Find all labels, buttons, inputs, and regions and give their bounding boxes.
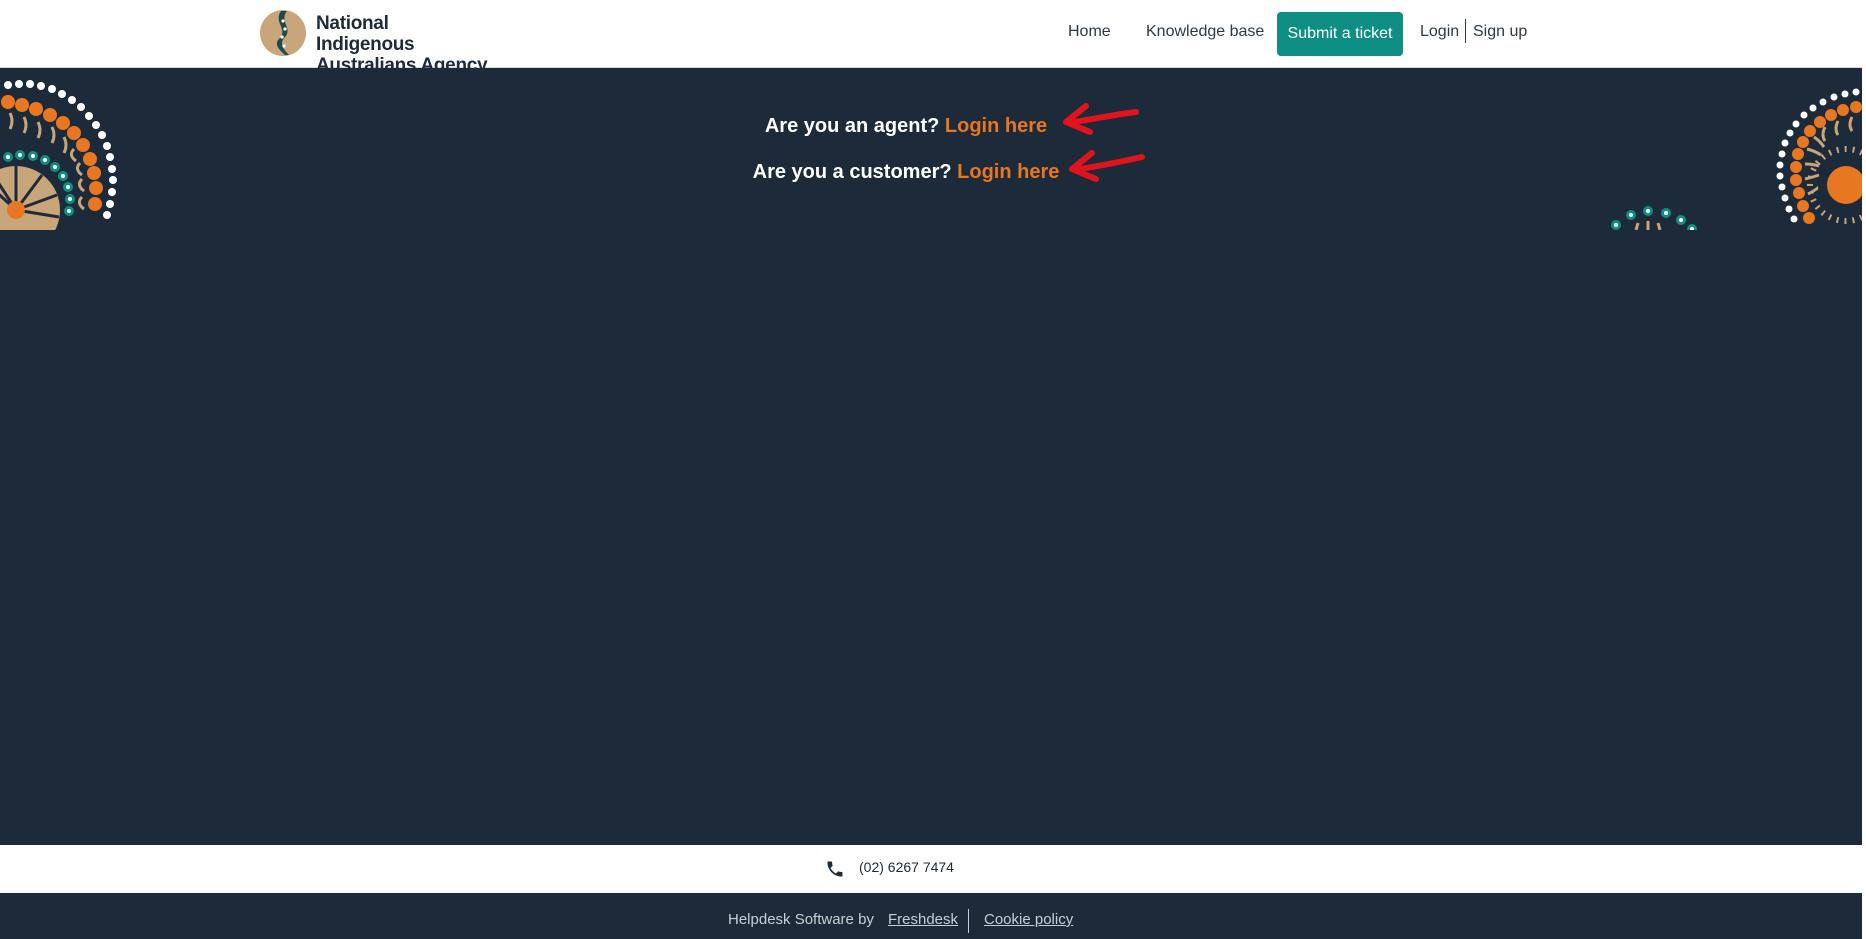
site-header: National Indigenous Australians Agency H… (0, 0, 1862, 76)
nav-divider (1465, 19, 1466, 43)
footer-divider (968, 909, 969, 933)
phone-number: (02) 6267 7474 (859, 859, 954, 875)
right-dot-art-decoration (1611, 88, 1862, 230)
site-footer: Helpdesk Software by Freshdesk Cookie po… (0, 893, 1862, 939)
red-arrow-icon (1063, 103, 1139, 135)
agent-login-link[interactable]: Login here (945, 115, 1047, 137)
nav-login-link[interactable]: Login (1420, 23, 1459, 41)
nav-home-link[interactable]: Home (1068, 23, 1111, 41)
phone-icon (827, 861, 843, 877)
logo-emblem-icon (260, 10, 306, 56)
nav-signup-link[interactable]: Sign up (1473, 23, 1527, 41)
hero-banner: Are you an agent? Login here Are you a c… (0, 67, 1862, 230)
customer-login-line: Are you a customer? Login here (0, 161, 1812, 184)
contact-bar: (02) 6267 7474 (0, 845, 1862, 893)
site-logo[interactable]: National Indigenous Australians Agency (259, 9, 489, 76)
submit-ticket-button[interactable]: Submit a ticket (1277, 12, 1403, 56)
freshdesk-link[interactable]: Freshdesk (888, 911, 958, 928)
agent-login-line: Are you an agent? Login here (0, 115, 1812, 138)
cookie-policy-link[interactable]: Cookie policy (984, 911, 1073, 928)
red-arrow-icon (1069, 150, 1145, 182)
page: National Indigenous Australians Agency H… (0, 0, 1862, 939)
customer-prompt-text: Are you a customer? (752, 161, 952, 183)
left-dot-art-decoration (0, 80, 117, 230)
nav-knowledge-base-link[interactable]: Knowledge base (1146, 23, 1264, 41)
scrollbar[interactable] (1862, 0, 1866, 939)
logo-line-1: National Indigenous (316, 13, 415, 55)
agent-prompt-text: Are you an agent? (764, 115, 940, 137)
customer-login-link[interactable]: Login here (957, 161, 1059, 183)
helpdesk-credit-text: Helpdesk Software by (728, 911, 874, 928)
